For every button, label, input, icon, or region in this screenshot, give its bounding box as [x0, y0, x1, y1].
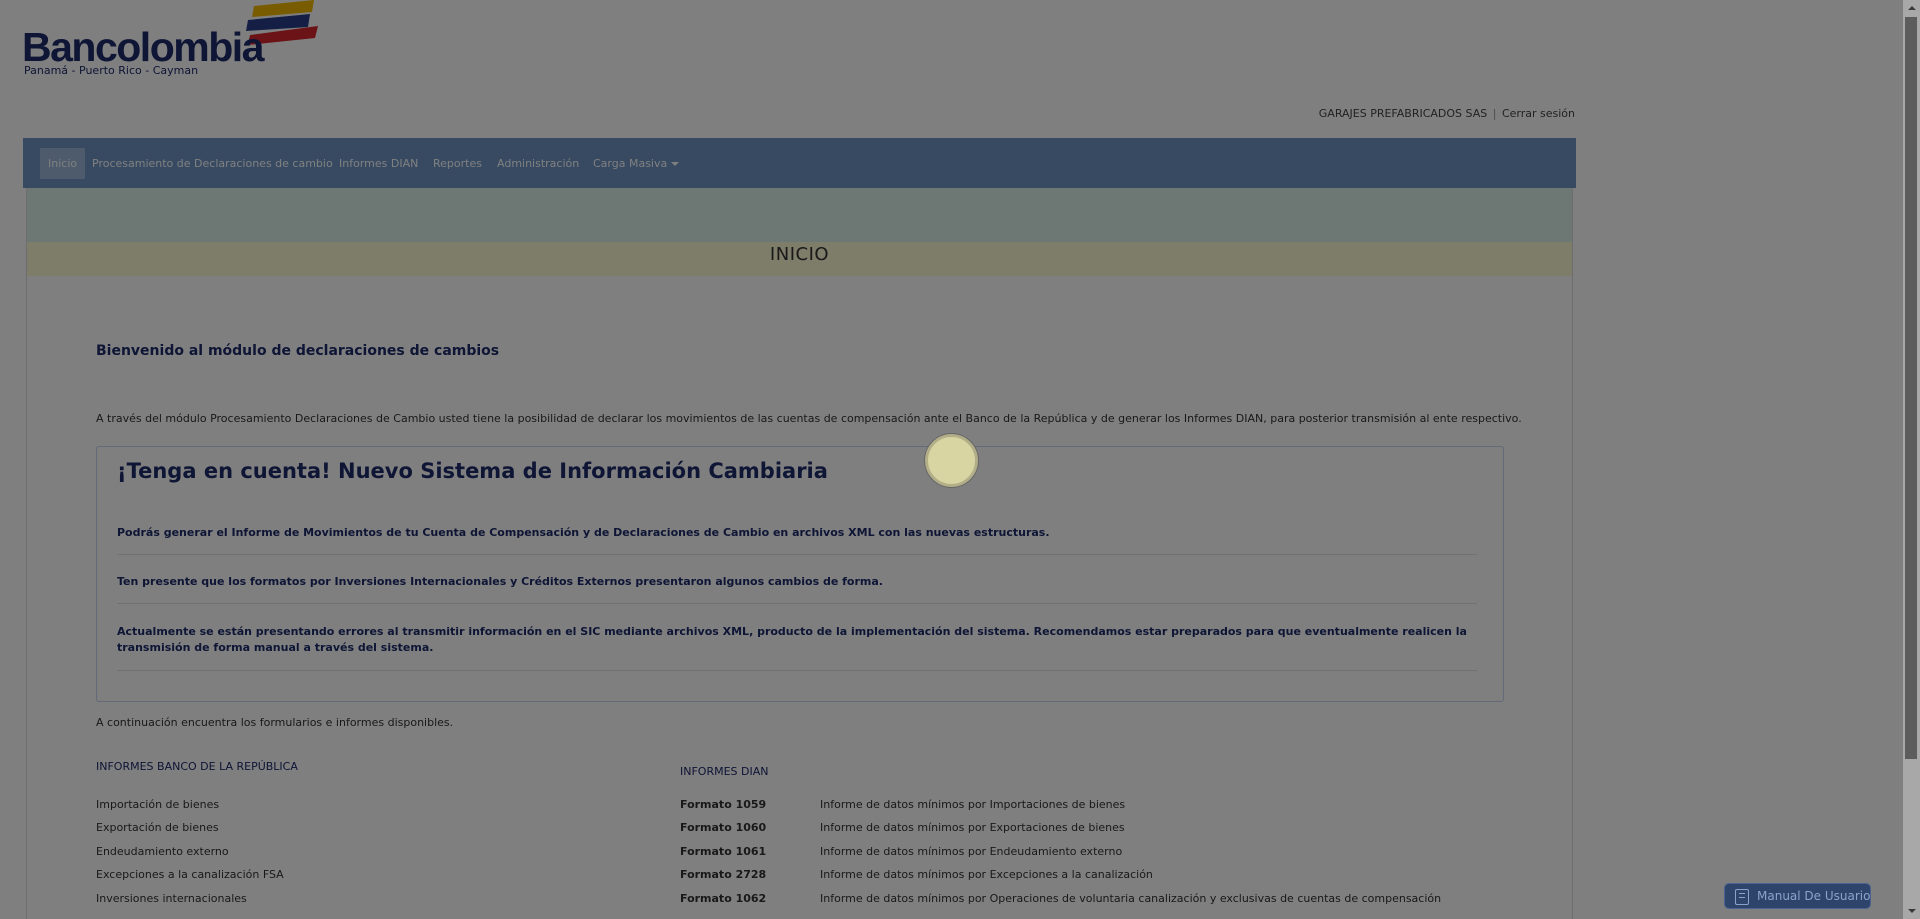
loading-spinner: [925, 434, 978, 487]
page: Bancolombia Panamá - Puerto Rico - Cayma…: [0, 0, 1903, 919]
scroll-up-arrow[interactable]: [1903, 0, 1920, 17]
book-icon: [1735, 889, 1749, 905]
vertical-scrollbar[interactable]: [1903, 0, 1920, 919]
scroll-thumb[interactable]: [1905, 17, 1917, 759]
manual-usuario-label: Manual De Usuario: [1757, 889, 1871, 903]
scroll-down-arrow[interactable]: [1903, 902, 1920, 919]
manual-usuario-button[interactable]: Manual De Usuario: [1724, 883, 1871, 909]
